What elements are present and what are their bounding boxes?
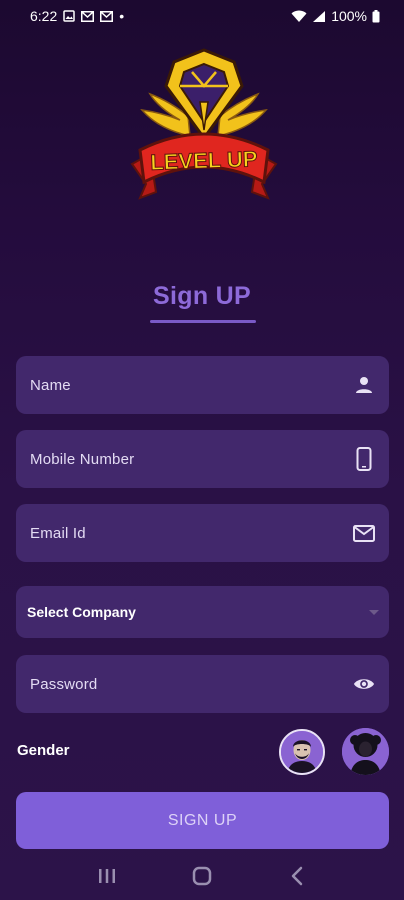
email-field-placeholder: Email Id xyxy=(30,524,86,542)
mail-icon xyxy=(81,10,95,22)
mail-icon xyxy=(100,10,114,22)
mobile-number-field[interactable]: Mobile Number xyxy=(16,430,389,488)
company-select-value: Select Company xyxy=(27,604,136,620)
caret-down-icon xyxy=(369,609,379,615)
name-field-placeholder: Name xyxy=(30,376,71,394)
back-icon[interactable] xyxy=(277,856,317,896)
recent-apps-icon[interactable] xyxy=(87,856,127,896)
name-field[interactable]: Name xyxy=(16,356,389,414)
page-title: Sign UP xyxy=(153,282,251,310)
password-field[interactable]: Password xyxy=(16,655,389,713)
gender-male-option[interactable] xyxy=(279,729,325,775)
person-icon xyxy=(353,374,375,396)
female-avatar-icon xyxy=(342,728,389,775)
eye-icon[interactable] xyxy=(353,673,375,695)
gallery-icon xyxy=(63,10,75,22)
status-bar: 6:22 • 100% xyxy=(0,0,404,32)
system-nav-bar xyxy=(0,852,404,900)
mail-icon xyxy=(353,522,375,544)
status-right: 100% xyxy=(291,8,380,24)
ribbon-icon: LEVEL UP xyxy=(130,132,278,200)
email-field[interactable]: Email Id xyxy=(16,504,389,562)
phone-icon xyxy=(353,447,375,471)
signal-icon xyxy=(312,10,326,23)
status-dot: • xyxy=(119,8,125,24)
svg-text:LEVEL UP: LEVEL UP xyxy=(150,146,258,175)
gender-label: Gender xyxy=(17,742,70,759)
sign-up-button[interactable]: SIGN UP xyxy=(16,792,389,849)
company-select[interactable]: Select Company xyxy=(16,586,389,638)
mobile-field-placeholder: Mobile Number xyxy=(30,450,135,468)
level-up-logo: LEVEL UP xyxy=(120,46,288,222)
gender-female-option[interactable] xyxy=(342,728,389,775)
wifi-icon xyxy=(291,10,308,23)
password-field-placeholder: Password xyxy=(30,675,98,693)
status-time: 6:22 xyxy=(30,8,58,24)
male-avatar-icon xyxy=(281,731,323,773)
battery-icon xyxy=(372,9,380,23)
home-icon[interactable] xyxy=(182,856,222,896)
status-left: 6:22 • xyxy=(30,8,124,24)
battery-percent: 100% xyxy=(331,8,367,24)
title-underline xyxy=(150,320,256,323)
